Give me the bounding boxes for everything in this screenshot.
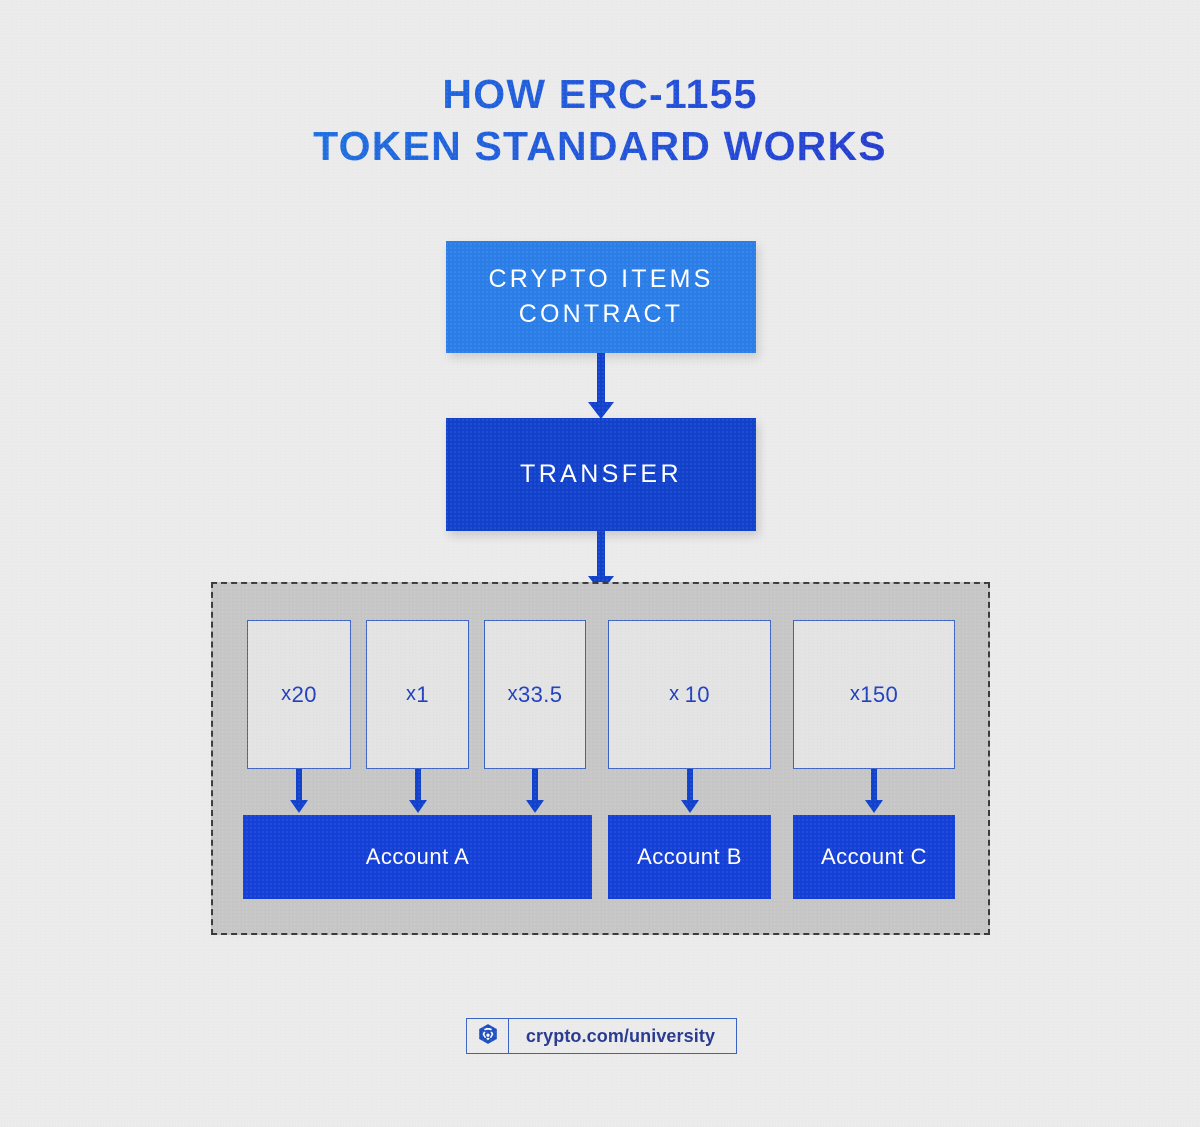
account-box-a: Account A [243, 815, 592, 899]
account-box-b: Account B [608, 815, 771, 899]
arrow-token-3-to-account-a-icon [526, 769, 544, 813]
token-box-1: x 20 [247, 620, 351, 769]
crypto-items-contract-box: Crypto Items Contract [446, 241, 756, 353]
token-quantity-prefix-5: x [849, 683, 861, 705]
token-box-4: x 10 [608, 620, 771, 769]
token-quantity-value-2: 1 [416, 681, 430, 707]
arrow-head [290, 800, 308, 813]
arrow-token-1-to-account-a-icon [290, 769, 308, 813]
token-quantity-value-5: 150 [860, 681, 899, 707]
arrow-shaft [532, 769, 538, 800]
arrow-contract-to-transfer-icon [588, 353, 614, 419]
arrow-token-2-to-account-a-icon [409, 769, 427, 813]
arrow-shaft [687, 769, 693, 800]
arrow-head [681, 800, 699, 813]
arrow-shaft [597, 531, 605, 576]
arrow-shaft [597, 353, 605, 402]
token-box-3: x 33.5 [484, 620, 586, 769]
crypto-com-logo-icon [477, 1023, 499, 1050]
arrow-head [409, 800, 427, 813]
account-box-c: Account C [793, 815, 955, 899]
token-box-5: x 150 [793, 620, 955, 769]
footer-url-label: crypto.com/university [525, 1025, 716, 1046]
token-quantity-prefix-3: x [507, 683, 518, 705]
token-quantity-value-4: 10 [684, 681, 710, 707]
token-quantity-prefix-4: x [669, 683, 680, 705]
page-title: How ERC-1155 Token Standard Works [0, 68, 1200, 173]
arrow-shaft [871, 769, 877, 800]
token-box-2: x1 [366, 620, 469, 769]
infographic-canvas: How ERC-1155 Token Standard Works Crypto… [0, 0, 1200, 1127]
footer-badge[interactable]: crypto.com/university [466, 1018, 737, 1054]
transfer-box: Transfer [446, 418, 756, 531]
arrow-token-5-to-account-c-icon [865, 769, 883, 813]
arrow-head [865, 800, 883, 813]
arrow-shaft [415, 769, 421, 800]
arrow-shaft [296, 769, 302, 800]
token-quantity-prefix-1: x [281, 683, 292, 705]
footer-logo-cell [467, 1019, 509, 1053]
arrow-head [526, 800, 544, 813]
token-quantity-value-3: 33.5 [517, 681, 563, 707]
token-quantity-value-1: 20 [291, 681, 317, 707]
token-quantity-prefix-2: x [405, 683, 417, 705]
arrow-head [588, 402, 614, 419]
arrow-token-4-to-account-b-icon [681, 769, 699, 813]
